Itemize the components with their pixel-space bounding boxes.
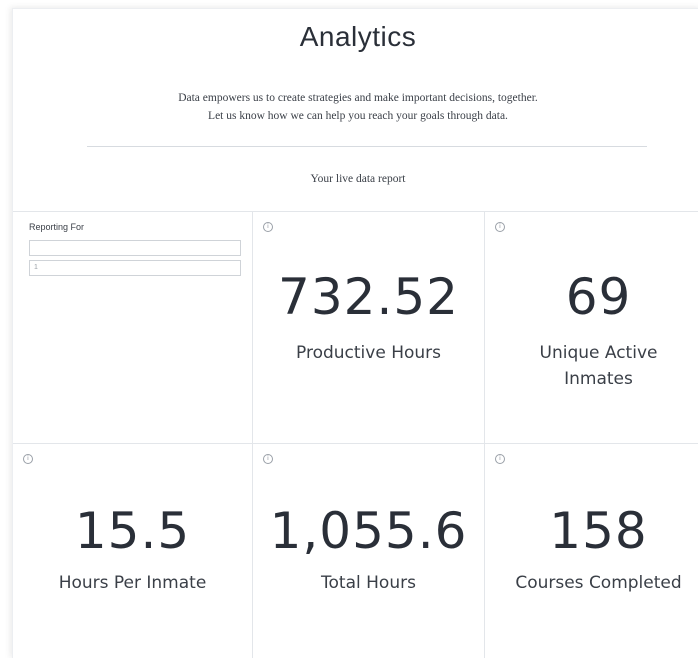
info-icon[interactable]: i [495,222,505,232]
metric-label: Productive Hours [253,340,484,366]
metric-label-line-1: Courses Completed [515,573,682,593]
header-divider [87,146,647,147]
metric-label: Total Hours [253,570,484,596]
info-icon[interactable]: i [263,222,273,232]
analytics-header: Analytics Data empowers us to create str… [13,9,698,209]
intro-line-2: Let us know how we can help you reach yo… [208,110,508,122]
metric-label: Hours Per Inmate [13,570,252,596]
info-icon[interactable]: i [23,454,33,464]
metric-value: 15.5 [74,502,191,560]
intro-line-1: Data empowers us to create strategies an… [178,92,538,104]
metric-value: 1,055.6 [269,502,468,560]
metric-label-line-1: Total Hours [321,573,416,593]
intro-text: Data empowers us to create strategies an… [13,89,698,125]
metric-label-line-2: Inmates [564,369,633,389]
reporting-field-1[interactable] [29,240,241,256]
metrics-grid: Reporting For 1 i 732.52 Productive Hour… [13,211,698,658]
report-label: Your live data report [310,173,406,185]
metric-value: 69 [565,268,632,326]
metric-value: 158 [549,502,648,560]
metric-label-line-1: Productive Hours [296,343,441,363]
analytics-window: Analytics Data empowers us to create str… [12,8,698,658]
metric-label-line-1: Hours Per Inmate [58,573,207,593]
page-title: Analytics [299,21,417,52]
metric-card-unique-active-inmates: i 69 Unique Active Inmates [485,211,698,443]
info-icon[interactable]: i [263,454,273,464]
info-icon[interactable]: i [495,454,505,464]
metric-label-line-1: Unique Active [539,343,658,363]
metric-card-hours-per-inmate: i 15.5 Hours Per Inmate [13,443,253,658]
reporting-filter-card: Reporting For 1 [13,211,253,443]
metric-label: Courses Completed [485,570,698,596]
metric-card-productive-hours: i 732.52 Productive Hours [253,211,485,443]
reporting-field-2[interactable]: 1 [29,260,241,276]
metric-value: 732.52 [278,268,459,326]
metric-card-courses-completed: i 158 Courses Completed [485,443,698,658]
reporting-for-label: Reporting For [29,222,85,232]
metric-card-total-hours: i 1,055.6 Total Hours [253,443,485,658]
metric-label: Unique Active Inmates [485,340,698,392]
